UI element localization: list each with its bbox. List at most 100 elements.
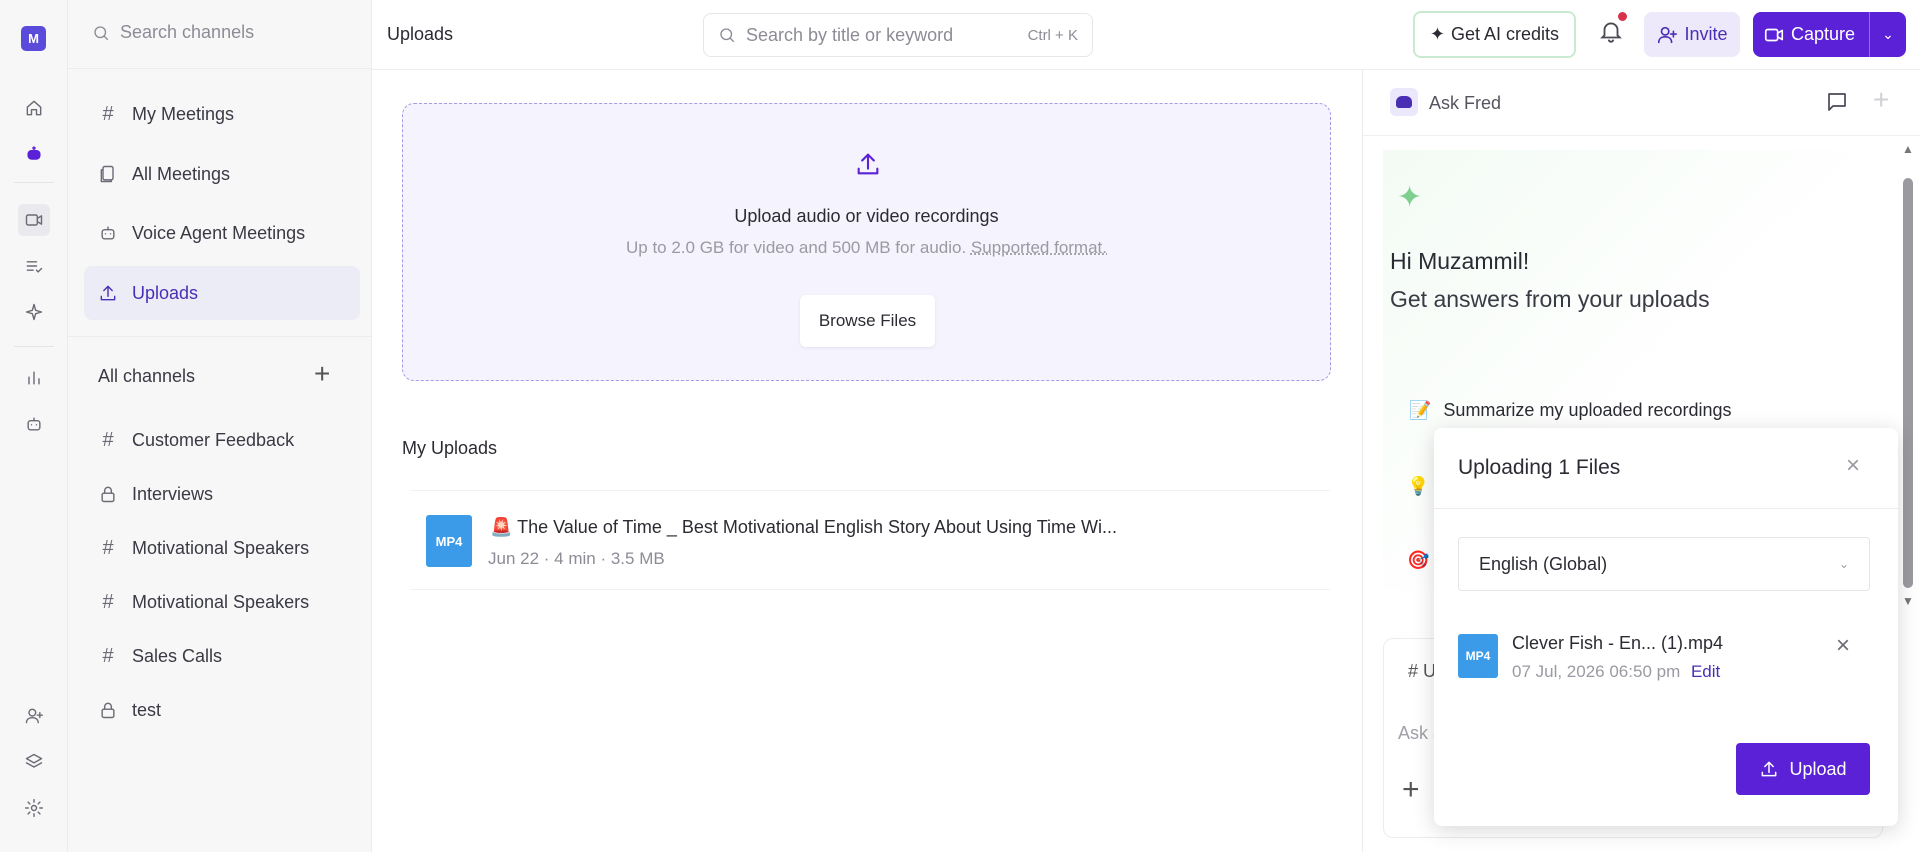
channel-item[interactable]: # Sales Calls — [84, 629, 360, 683]
sparkle-icon: ✦ — [1429, 24, 1446, 44]
my-uploads-heading: My Uploads — [402, 438, 498, 458]
sidebar-item-uploads[interactable]: Uploads — [84, 266, 360, 320]
notifications-button[interactable] — [1598, 12, 1628, 48]
scroll-down-arrow[interactable]: ▼ — [1902, 594, 1914, 608]
get-ai-credits-button[interactable]: ✦ Get AI credits — [1413, 11, 1576, 58]
remove-file-icon[interactable]: × — [1836, 632, 1850, 660]
new-chat-button[interactable] — [1825, 90, 1849, 119]
edit-link[interactable]: Edit — [1691, 662, 1720, 681]
lock-icon — [101, 486, 115, 503]
greeting-subtitle: Get answers from your uploads — [1390, 286, 1710, 312]
language-select[interactable]: English (Global) ⌄ — [1458, 537, 1870, 591]
bell-icon — [1600, 22, 1622, 43]
queued-file-meta: 07 Jul, 2026 06:50 pm Edit — [1512, 662, 1720, 682]
mp4-file-icon: MP4 — [1458, 634, 1498, 678]
scrollbar-thumb[interactable] — [1903, 178, 1913, 588]
channel-item[interactable]: test — [84, 683, 360, 737]
sidebar-item-all-meetings[interactable]: All Meetings — [84, 147, 360, 201]
upload-duration: 4 min — [554, 549, 596, 568]
modal-title: Uploading 1 Files — [1458, 456, 1621, 479]
dropzone-limits: Up to 2.0 GB for video and 500 MB for au… — [625, 238, 967, 257]
layers-icon[interactable] — [18, 746, 50, 778]
close-icon[interactable]: × — [1846, 452, 1860, 480]
analytics-icon[interactable] — [18, 362, 50, 394]
channel-item[interactable]: Interviews — [84, 467, 360, 521]
page-title: Uploads — [387, 24, 454, 44]
hash-icon: # — [102, 102, 114, 125]
all-channels-heading[interactable]: All channels — [98, 366, 195, 387]
sidebar-item-label: Uploads — [132, 282, 199, 303]
upload-list-item[interactable]: MP4 🚨 The Value of Time _ Best Motivatio… — [410, 490, 1330, 590]
greeting: Hi Muzammil! — [1390, 248, 1530, 274]
icon-rail: M — [0, 0, 68, 852]
scroll-up-arrow[interactable]: ▲ — [1902, 142, 1914, 156]
chevron-down-icon: ⌄ — [1882, 26, 1894, 42]
sidebar-item-my-meetings[interactable]: # My Meetings — [84, 87, 360, 141]
hash-icon: # — [102, 590, 114, 613]
capture-label: Capture — [1791, 24, 1856, 44]
target-icon: 🎯 — [1407, 550, 1430, 570]
sparkle-icon[interactable] — [18, 296, 50, 328]
uploading-files-modal: Uploading 1 Files × English (Global) ⌄ M… — [1434, 428, 1898, 826]
sidebar-item-label: Voice Agent Meetings — [132, 222, 306, 243]
suggestion-summarize[interactable]: 📝 Summarize my uploaded recordings — [1409, 400, 1732, 421]
upload-size: 3.5 MB — [610, 549, 665, 568]
chevron-down-icon: ⌄ — [1838, 557, 1849, 571]
add-user-icon — [1658, 26, 1678, 43]
document-icon: 📝 — [1409, 400, 1432, 420]
capture-main[interactable]: Capture — [1753, 24, 1869, 46]
lightbulb-icon: 💡 — [1407, 476, 1430, 496]
dropzone-title: Upload audio or video recordings — [734, 206, 999, 226]
search-shortcut: Ctrl + K — [1027, 26, 1078, 44]
upload-button[interactable]: Upload — [1736, 743, 1870, 795]
upload-date: Jun 22 — [488, 549, 540, 568]
add-button[interactable]: + — [1873, 84, 1889, 116]
channel-label: Motivational Speakers — [132, 591, 310, 612]
gear-icon[interactable] — [18, 792, 50, 824]
browse-files-button[interactable]: Browse Files — [800, 295, 935, 347]
channel-item[interactable]: # Motivational Speakers — [84, 575, 360, 629]
home-icon[interactable] — [18, 92, 50, 124]
upload-dropzone[interactable]: Upload audio or video recordings Up to 2… — [402, 103, 1331, 381]
video-camera-icon[interactable] — [18, 204, 50, 236]
lock-icon — [101, 702, 115, 719]
global-search-input[interactable]: Search by title or keyword Ctrl + K — [703, 13, 1093, 57]
ask-fred-header: Ask Fred + — [1363, 70, 1920, 136]
video-camera-icon — [1764, 28, 1784, 41]
ai-credits-label: Get AI credits — [1451, 24, 1560, 44]
sidebar-item-voice-agent-meetings[interactable]: Voice Agent Meetings — [84, 206, 360, 260]
upload-icon — [1762, 761, 1777, 777]
channel-search[interactable]: Search channels — [92, 22, 254, 43]
hash-icon: # — [102, 428, 114, 451]
invite-label: Invite — [1684, 24, 1728, 44]
queued-file-name: Clever Fish - En... (1).mp4 — [1512, 633, 1724, 653]
workspace-avatar[interactable]: M — [21, 26, 46, 51]
notification-dot — [1618, 12, 1627, 21]
capture-dropdown-button[interactable]: ⌄ — [1869, 12, 1906, 57]
modal-divider — [1434, 508, 1898, 509]
channel-item[interactable]: # Customer Feedback — [84, 413, 360, 467]
add-channel-button[interactable]: + — [314, 360, 330, 388]
supported-format-link[interactable]: Supported format. — [971, 238, 1107, 257]
channel-label: Sales Calls — [132, 645, 223, 666]
sidebar-item-label: My Meetings — [132, 103, 235, 124]
search-icon — [720, 28, 735, 43]
channel-item[interactable]: # Motivational Speakers — [84, 521, 360, 575]
queued-file-datetime: 07 Jul, 2026 06:50 pm — [1512, 662, 1681, 681]
siren-icon: 🚨 — [490, 517, 513, 537]
rail-divider — [14, 346, 54, 347]
capture-button[interactable]: Capture ⌄ — [1753, 12, 1906, 57]
fred-bot-icon[interactable] — [18, 138, 50, 170]
composer-channel-tag[interactable]: # U — [1408, 661, 1436, 682]
tasks-icon[interactable] — [18, 250, 50, 282]
add-user-icon[interactable] — [18, 700, 50, 732]
invite-button[interactable]: Invite — [1644, 12, 1740, 57]
composer-add-button[interactable]: + — [1402, 773, 1420, 807]
upload-icon — [854, 150, 882, 178]
channel-label: test — [132, 699, 162, 720]
channel-label: Customer Feedback — [132, 429, 295, 450]
sidebar-divider — [68, 68, 372, 69]
bot-icon[interactable] — [18, 408, 50, 440]
sidebar-divider — [68, 336, 372, 337]
suggestion-label: Summarize my uploaded recordings — [1443, 400, 1732, 420]
